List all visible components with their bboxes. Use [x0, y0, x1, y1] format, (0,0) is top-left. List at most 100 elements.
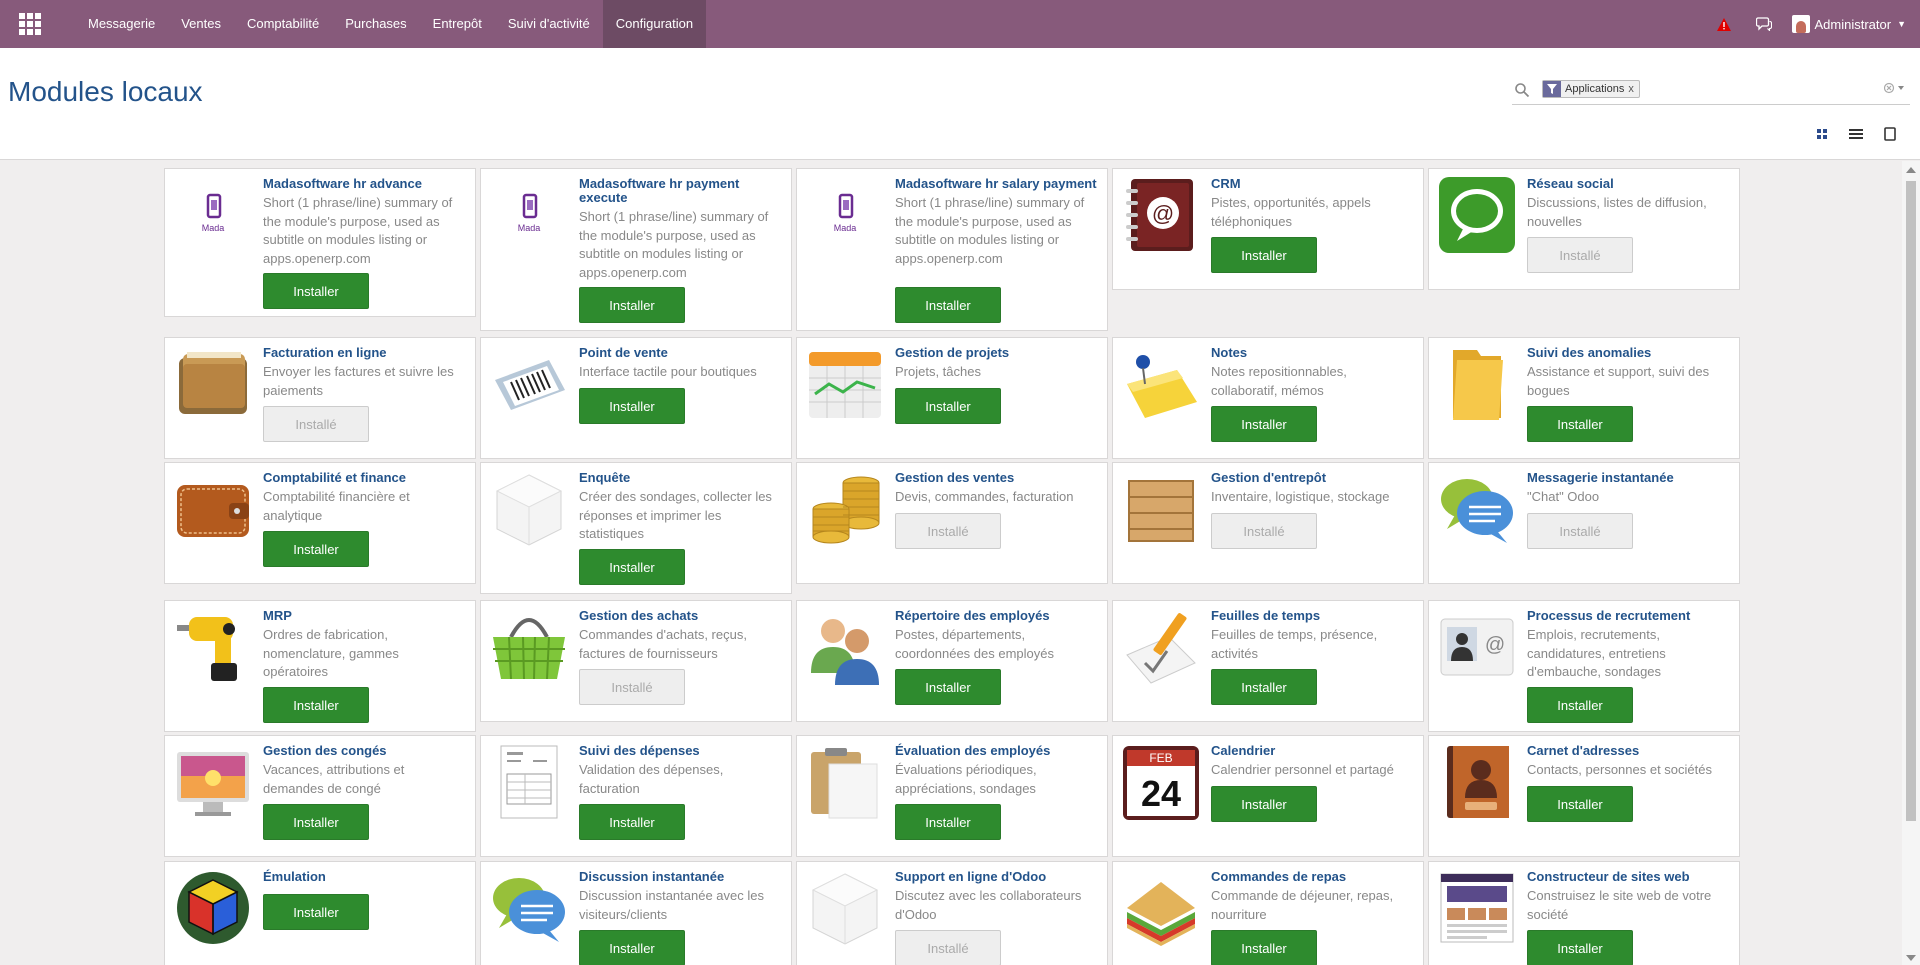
- module-card[interactable]: Point de vente Interface tactile pour bou…: [480, 337, 792, 459]
- install-button[interactable]: Installer: [579, 388, 685, 424]
- module-name[interactable]: Gestion des ventes: [895, 471, 1099, 485]
- module-card[interactable]: Mada Madasoftware hr salary payment Short …: [796, 168, 1108, 331]
- module-card[interactable]: Support en ligne d'Odoo Discutez avec les…: [796, 861, 1108, 965]
- module-card[interactable]: Gestion de projets Projets, tâches Install…: [796, 337, 1108, 459]
- scrollbar[interactable]: [1902, 161, 1920, 965]
- module-name[interactable]: Calendrier: [1211, 744, 1415, 758]
- module-name[interactable]: Point de vente: [579, 346, 783, 360]
- user-menu[interactable]: Administrator ▼: [1784, 0, 1920, 48]
- module-name[interactable]: Constructeur de sites web: [1527, 870, 1731, 884]
- install-button[interactable]: Installer: [263, 687, 369, 723]
- module-name[interactable]: Feuilles de temps: [1211, 609, 1415, 623]
- module-card[interactable]: Évaluation des employés Évaluations pério…: [796, 735, 1108, 857]
- menu-messagerie[interactable]: Messagerie: [75, 0, 168, 48]
- install-button[interactable]: Installer: [263, 273, 369, 309]
- install-button[interactable]: Installer: [263, 804, 369, 840]
- menu-configuration[interactable]: Configuration: [602, 0, 707, 48]
- menu-entrepot[interactable]: Entrepôt: [420, 0, 495, 48]
- install-button[interactable]: Installer: [1211, 237, 1317, 273]
- search-icon[interactable]: [1514, 82, 1530, 98]
- menu-purchases[interactable]: Purchases: [332, 0, 419, 48]
- module-card[interactable]: Gestion d'entrepôt Inventaire, logistique…: [1112, 462, 1424, 584]
- menu-comptabilite[interactable]: Comptabilité: [234, 0, 332, 48]
- install-button[interactable]: Installer: [895, 287, 1001, 323]
- module-name[interactable]: Gestion d'entrepôt: [1211, 471, 1415, 485]
- install-button[interactable]: Installer: [579, 549, 685, 585]
- install-button[interactable]: Installer: [1527, 687, 1633, 723]
- module-name[interactable]: Évaluation des employés: [895, 744, 1099, 758]
- install-button[interactable]: Installer: [579, 804, 685, 840]
- module-card[interactable]: Feuilles de temps Feuilles de temps, prés…: [1112, 600, 1424, 722]
- install-button[interactable]: Installer: [1527, 930, 1633, 965]
- module-card[interactable]: Réseau social Discussions, listes de diff…: [1428, 168, 1740, 290]
- scrollbar-thumb[interactable]: [1906, 181, 1916, 821]
- module-card[interactable]: Gestion des ventes Devis, commandes, fact…: [796, 462, 1108, 584]
- module-card[interactable]: Répertoire des employés Postes, départeme…: [796, 600, 1108, 722]
- install-button[interactable]: Installer: [1211, 406, 1317, 442]
- module-name[interactable]: Madasoftware hr salary payment: [895, 177, 1099, 191]
- module-card[interactable]: Gestion des congés Vacances, attributions…: [164, 735, 476, 857]
- module-card[interactable]: Suivi des anomalies Assistance et support…: [1428, 337, 1740, 459]
- module-name[interactable]: Support en ligne d'Odoo: [895, 870, 1099, 884]
- kanban-view-icon[interactable]: [1808, 121, 1836, 147]
- module-name[interactable]: Commandes de repas: [1211, 870, 1415, 884]
- module-name[interactable]: Carnet d'adresses: [1527, 744, 1731, 758]
- menu-suivi-activite[interactable]: Suivi d'activité: [495, 0, 603, 48]
- module-card[interactable]: Commandes de repas Commande de déjeuner, …: [1112, 861, 1424, 965]
- module-card[interactable]: Gestion des achats Commandes d'achats, re…: [480, 600, 792, 722]
- install-button[interactable]: Installer: [895, 669, 1001, 705]
- module-card[interactable]: Comptabilité et finance Comptabilité fina…: [164, 462, 476, 584]
- module-name[interactable]: CRM: [1211, 177, 1415, 191]
- module-name[interactable]: Gestion des achats: [579, 609, 783, 623]
- module-card[interactable]: @ Processus de recrutement Emplois, recrut…: [1428, 600, 1740, 732]
- install-button[interactable]: Installer: [1211, 930, 1317, 965]
- module-name[interactable]: Discussion instantanée: [579, 870, 783, 884]
- module-name[interactable]: Émulation: [263, 870, 467, 884]
- module-name[interactable]: Notes: [1211, 346, 1415, 360]
- module-card[interactable]: Enquête Créer des sondages, collecter les…: [480, 462, 792, 594]
- module-card[interactable]: Suivi des dépenses Validation des dépense…: [480, 735, 792, 857]
- module-name[interactable]: Facturation en ligne: [263, 346, 467, 360]
- module-card[interactable]: @ CRM Pistes, opportunités, appels télépho…: [1112, 168, 1424, 290]
- module-card[interactable]: Notes Notes repositionnables, collaborati…: [1112, 337, 1424, 459]
- search-options-toggle[interactable]: [1883, 82, 1906, 97]
- alert-icon[interactable]: [1704, 0, 1744, 48]
- install-button[interactable]: Installer: [1527, 786, 1633, 822]
- menu-ventes[interactable]: Ventes: [168, 0, 234, 48]
- module-card[interactable]: Discussion instantanée Discussion instant…: [480, 861, 792, 965]
- install-button[interactable]: Installer: [263, 531, 369, 567]
- install-button[interactable]: Installer: [263, 894, 369, 930]
- module-name[interactable]: Répertoire des employés: [895, 609, 1099, 623]
- module-name[interactable]: Gestion des congés: [263, 744, 467, 758]
- install-button[interactable]: Installer: [579, 930, 685, 965]
- facet-remove-button[interactable]: x: [1628, 83, 1634, 95]
- chat-icon[interactable]: [1744, 0, 1784, 48]
- search-box[interactable]: Applications x: [1512, 77, 1910, 105]
- module-card[interactable]: Carnet d'adresses Contacts, personnes et …: [1428, 735, 1740, 857]
- install-button[interactable]: Installer: [895, 804, 1001, 840]
- module-name[interactable]: Réseau social: [1527, 177, 1731, 191]
- module-name[interactable]: Enquête: [579, 471, 783, 485]
- module-card[interactable]: Mada Madasoftware hr advance Short (1 phra…: [164, 168, 476, 317]
- module-name[interactable]: Messagerie instantanée: [1527, 471, 1731, 485]
- install-button[interactable]: Installer: [1527, 406, 1633, 442]
- module-card[interactable]: Messagerie instantanée "Chat" Odoo Install…: [1428, 462, 1740, 584]
- install-button[interactable]: Installer: [895, 388, 1001, 424]
- form-view-icon[interactable]: [1876, 121, 1904, 147]
- module-card[interactable]: Émulation Installer: [164, 861, 476, 965]
- module-card[interactable]: Constructeur de sites web Construisez le …: [1428, 861, 1740, 965]
- module-name[interactable]: Suivi des anomalies: [1527, 346, 1731, 360]
- module-card[interactable]: Mada Madasoftware hr payment execute Short…: [480, 168, 792, 331]
- module-card[interactable]: Facturation en ligne Envoyer les factures…: [164, 337, 476, 459]
- list-view-icon[interactable]: [1842, 121, 1870, 147]
- module-name[interactable]: Gestion de projets: [895, 346, 1099, 360]
- module-name[interactable]: Comptabilité et finance: [263, 471, 467, 485]
- search-facet[interactable]: Applications x: [1542, 80, 1640, 98]
- module-card[interactable]: FEB 24 Calendrier Calendrier personnel et p…: [1112, 735, 1424, 857]
- module-name[interactable]: Suivi des dépenses: [579, 744, 783, 758]
- install-button[interactable]: Installer: [1211, 669, 1317, 705]
- install-button[interactable]: Installer: [1211, 786, 1317, 822]
- module-card[interactable]: MRP Ordres de fabrication, nomenclature, …: [164, 600, 476, 732]
- app-switcher-button[interactable]: [0, 0, 60, 48]
- module-name[interactable]: Processus de recrutement: [1527, 609, 1731, 623]
